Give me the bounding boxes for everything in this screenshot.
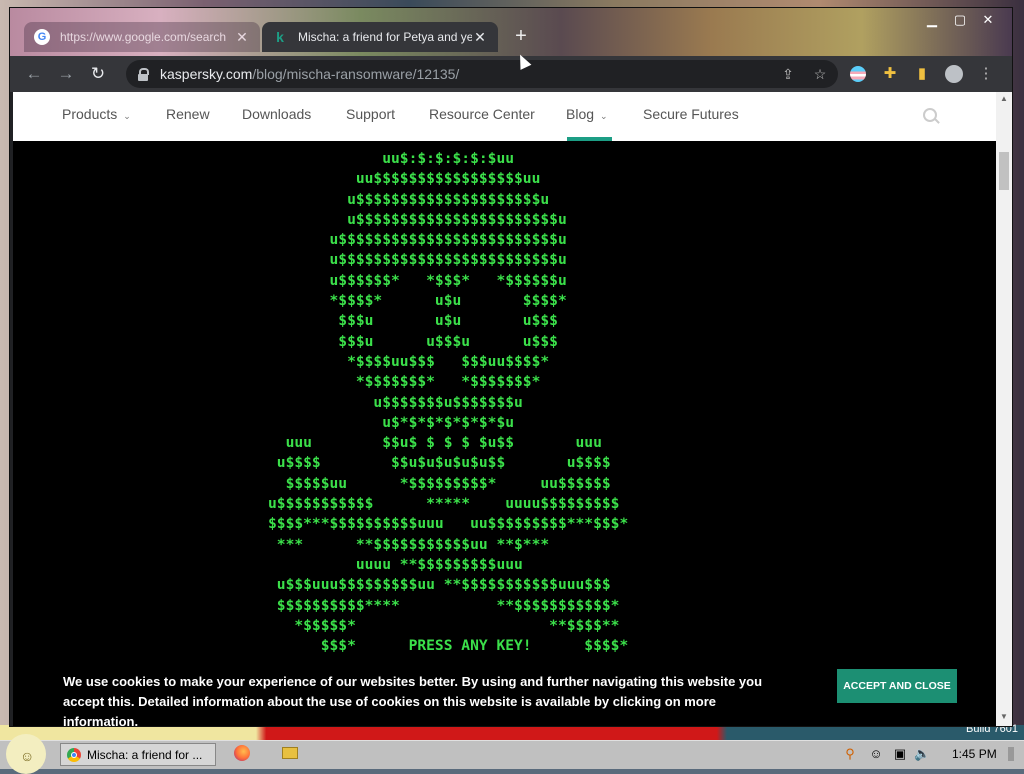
ascii-art-line: u$$$$$$$$$$$ ***** uuuu$$$$$$$$$	[268, 495, 620, 513]
ascii-art-line: $$$$***$$$$$$$$$$uuu uu$$$$$$$$$***$$$*	[268, 515, 629, 533]
page-scrollbar[interactable]: ▲ ▼	[996, 92, 1012, 726]
ascii-art-line: $$$* PRESS ANY KEY! $$$$*	[268, 637, 629, 655]
volume-icon[interactable]: 🔈	[914, 746, 930, 762]
tab-title: Mischa: a friend for Petya and yet	[298, 30, 472, 44]
show-desktop-button[interactable]	[1008, 747, 1014, 761]
reload-button[interactable]: ↻	[86, 62, 110, 86]
ascii-art-line: $$$$$uu *$$$$$$$$$* uu$$$$$$	[268, 474, 611, 492]
google-favicon-icon: G	[34, 29, 50, 45]
ascii-art-line: u$$$uuu$$$$$$$$$uu **$$$$$$$$$$$uuu$$$	[268, 576, 611, 594]
kaspersky-favicon-icon: k	[276, 29, 284, 45]
cookie-text: We use cookies to make your experience o…	[63, 674, 763, 726]
browser-toolbar: ← → ↻ kaspersky.com /blog/mischa-ransomw…	[10, 56, 1012, 92]
page-viewport: Products ⌄ Renew Downloads Support Resour…	[13, 92, 996, 726]
profile-flag-icon[interactable]	[846, 62, 870, 86]
scrollbar-thumb[interactable]	[999, 152, 1009, 190]
ransomware-skull-ascii-art: uu$:$:$:$:$:$uu uu$$$$$$$$$$$$$$$$$uu u$…	[13, 149, 996, 654]
taskbar-chrome-task[interactable]: Mischa: a friend for ...	[60, 743, 216, 766]
task-label: Mischa: a friend for ...	[87, 747, 203, 762]
nav-blog[interactable]: Blog ⌄	[566, 106, 608, 122]
ascii-art-line: *$$$$$* **$$$$**	[268, 616, 620, 634]
ascii-art-line: u$$$$$$* *$$$* *$$$$$$u	[268, 271, 567, 289]
url-path: /blog/mischa-ransomware/12135/	[252, 66, 460, 82]
nav-label: Products	[62, 106, 118, 122]
maximize-button[interactable]: ▢	[946, 12, 974, 28]
network-icon[interactable]: ▣	[892, 746, 908, 762]
start-smiley-icon: ☺	[20, 748, 35, 764]
cookie-banner: We use cookies to make your experience o…	[13, 657, 996, 726]
forward-button[interactable]: →	[54, 62, 78, 86]
ascii-art-line: u$$$$$$$$$$$$$$$$$$$$$$$$$u	[268, 231, 567, 249]
new-tab-button[interactable]: +	[510, 26, 532, 48]
tray-smiley-icon[interactable]: ☺	[868, 746, 884, 762]
extensions-puzzle-icon[interactable]: ✚	[878, 62, 902, 86]
minimize-button[interactable]: ▁	[918, 12, 946, 28]
ascii-art-line: u$$$$ $$u$u$u$u$u$$ u$$$$	[268, 454, 611, 472]
ascii-art-line: u$$$$$$$$$$$$$$$$$$$$$u	[268, 190, 550, 208]
ascii-art-line: uu$:$:$:$:$:$uu	[268, 150, 515, 167]
nav-resource-center[interactable]: Resource Center	[429, 106, 535, 122]
tab-close-icon[interactable]: ✕	[472, 29, 488, 46]
site-navigation: Products ⌄ Renew Downloads Support Resour…	[13, 92, 996, 141]
ascii-art-line: uu$$$$$$$$$$$$$$$$$uu	[268, 170, 541, 188]
active-nav-indicator	[567, 137, 612, 141]
nav-secure-futures[interactable]: Secure Futures	[643, 106, 739, 122]
title-bar: G https://www.google.com/search ✕ k Misc…	[10, 8, 1012, 56]
ascii-art-line: *** **$$$$$$$$$$$uu **$***	[268, 535, 550, 553]
ascii-art-line: u$$$$$$$u$$$$$$$u	[268, 393, 523, 411]
ascii-art-line: *$$$$* u$u $$$$*	[268, 292, 567, 310]
close-window-button[interactable]: ✕	[974, 12, 1002, 28]
nav-products[interactable]: Products ⌄	[62, 106, 131, 122]
ascii-art-line: $$$u u$u u$$$	[268, 312, 558, 330]
scroll-up-arrow-icon[interactable]: ▲	[999, 94, 1009, 103]
tab-title: https://www.google.com/search	[60, 30, 227, 44]
start-button[interactable]: ☺	[6, 734, 46, 774]
firefox-icon[interactable]	[234, 745, 250, 761]
scroll-down-arrow-icon[interactable]: ▼	[999, 712, 1009, 721]
ascii-art-line: $$$u u$$$u u$$$	[268, 332, 558, 350]
browser-window: G https://www.google.com/search ✕ k Misc…	[10, 8, 1012, 726]
search-magnifier-icon[interactable]: ⚲	[842, 746, 858, 762]
search-icon[interactable]	[923, 108, 941, 126]
tab-google-search[interactable]: G https://www.google.com/search ✕	[24, 22, 260, 52]
menu-kebab-icon[interactable]: ⋮	[974, 62, 998, 86]
accept-and-close-button[interactable]: ACCEPT AND CLOSE	[837, 669, 957, 703]
taskbar-clock: 1:45 PM	[952, 747, 997, 761]
lock-icon	[138, 68, 149, 81]
ascii-art-line: uuu $$u$ $ $ $ $u$$ uuu	[268, 434, 602, 452]
chevron-down-icon: ⌄	[123, 111, 131, 121]
chrome-icon	[67, 747, 81, 762]
tab-mischa-article[interactable]: k Mischa: a friend for Petya and yet ✕	[262, 22, 498, 52]
chevron-down-icon: ⌄	[600, 111, 608, 121]
address-bar[interactable]: kaspersky.com /blog/mischa-ransomware/12…	[126, 60, 838, 88]
ascii-art-line: *$$$$uu$$$ $$$uu$$$$*	[268, 352, 550, 370]
nav-renew[interactable]: Renew	[166, 106, 210, 122]
url-host: kaspersky.com	[160, 66, 253, 82]
ascii-art-line: uuuu **$$$$$$$$$uuu	[268, 555, 523, 573]
ascii-art-line: *$$$$$$$* *$$$$$$$*	[268, 373, 541, 391]
tab-close-icon[interactable]: ✕	[234, 29, 250, 46]
desktop-wallpaper-strip	[0, 725, 1024, 740]
ascii-art-line: $$$$$$$$$$**** **$$$$$$$$$$$*	[268, 596, 620, 614]
nav-downloads[interactable]: Downloads	[242, 106, 311, 122]
ascii-art-line: u$$$$$$$$$$$$$$$$$$$$$$$u	[268, 210, 567, 228]
side-panel-icon[interactable]: ▮	[910, 62, 934, 86]
nav-label: Blog	[566, 106, 595, 122]
profile-avatar-icon[interactable]	[942, 62, 966, 86]
ascii-art-line: u$$$$$$$$$$$$$$$$$$$$$$$$$u	[268, 251, 567, 269]
bookmark-star-icon[interactable]: ☆	[806, 60, 834, 88]
nav-support[interactable]: Support	[346, 106, 395, 122]
share-icon[interactable]: ⇪	[774, 60, 802, 88]
taskbar: ☺ Mischa: a friend for ... ⚲ ☺ ▣ 🔈 1:45 …	[0, 734, 1024, 774]
ascii-art-line: u$*$*$*$*$*$*$u	[268, 413, 515, 431]
folder-icon[interactable]	[282, 745, 298, 761]
back-button[interactable]: ←	[22, 62, 46, 86]
